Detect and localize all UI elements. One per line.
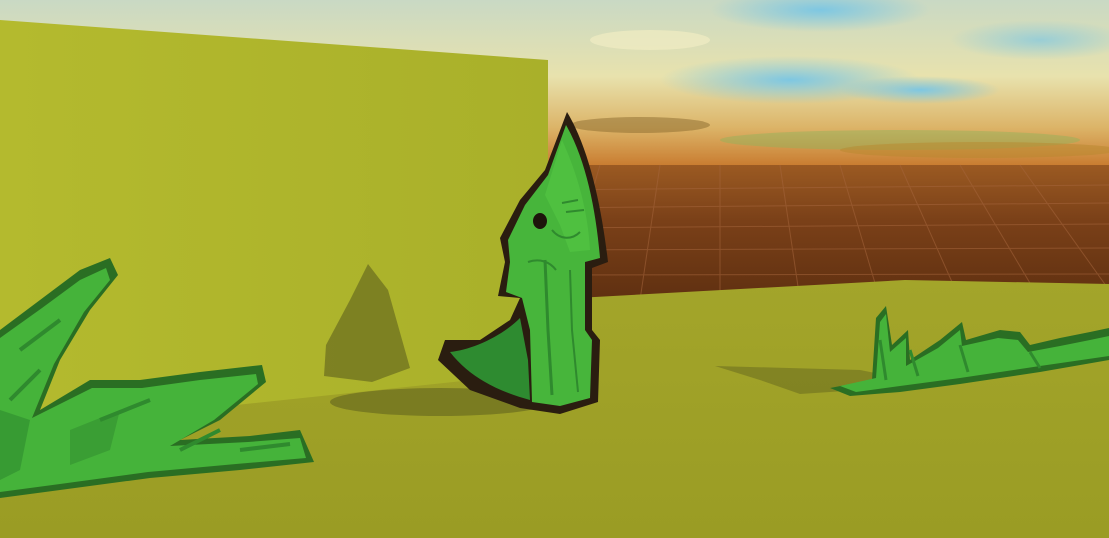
scene-svg [0, 0, 1109, 538]
game-viewport[interactable] [0, 0, 1109, 538]
character-eye [533, 213, 547, 229]
